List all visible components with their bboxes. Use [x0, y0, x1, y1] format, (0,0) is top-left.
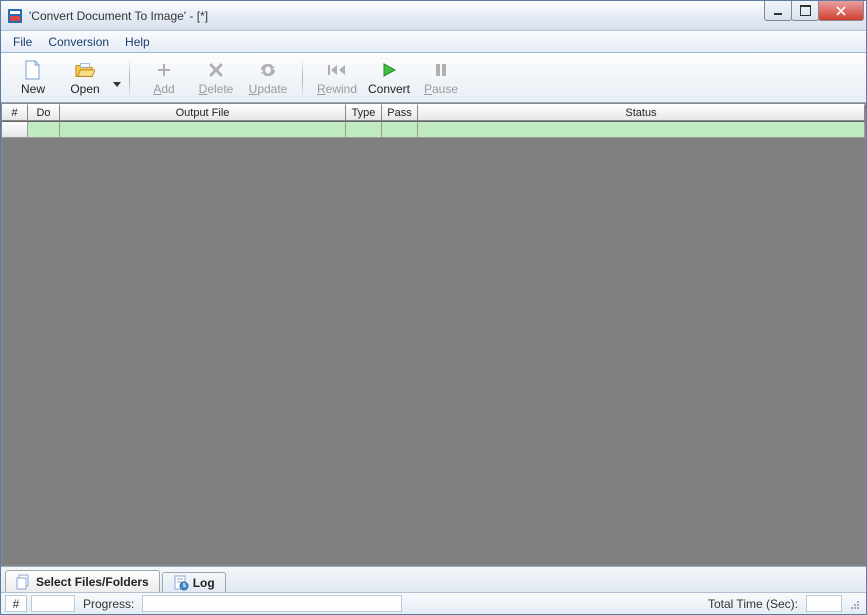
row-status-cell: [418, 122, 865, 138]
progress-label: Progress:: [79, 597, 138, 611]
pause-button[interactable]: Pause: [415, 56, 467, 100]
col-status[interactable]: Status: [418, 104, 865, 121]
table-row[interactable]: [2, 122, 865, 138]
menu-help[interactable]: Help: [117, 33, 158, 51]
total-time-value: [806, 595, 842, 612]
close-button[interactable]: [818, 1, 864, 21]
progress-bar: [142, 595, 402, 612]
rewind-icon: [327, 60, 347, 80]
tab-select-label: Select Files/Folders: [36, 575, 149, 589]
row-index-cell: [2, 122, 28, 138]
open-icon: [75, 60, 95, 80]
app-window: 'Convert Document To Image' - [*] File C…: [0, 0, 867, 615]
delete-label: Delete: [199, 82, 234, 96]
grid-area: # Do Output File Type Pass Status: [1, 103, 866, 566]
delete-button[interactable]: Delete: [190, 56, 242, 100]
row-type-cell: [346, 122, 382, 138]
row-output-cell: [60, 122, 346, 138]
open-button[interactable]: Open: [59, 56, 111, 100]
app-icon: [7, 8, 23, 24]
files-icon: [16, 574, 32, 590]
statusbar: # Progress: Total Time (Sec):: [1, 592, 866, 614]
open-label: Open: [70, 82, 99, 96]
status-index-value: [31, 595, 75, 612]
maximize-button[interactable]: [791, 1, 819, 21]
toolbar-separator: [302, 58, 303, 98]
convert-label: Convert: [368, 82, 410, 96]
open-dropdown[interactable]: [113, 76, 121, 90]
row-pass-cell: [382, 122, 418, 138]
tab-select-files[interactable]: Select Files/Folders: [5, 570, 160, 592]
pause-label: Pause: [424, 82, 458, 96]
col-type[interactable]: Type: [346, 104, 382, 121]
add-label: Add: [153, 82, 174, 96]
toolbar: New Open Add Delete: [1, 53, 866, 103]
convert-button[interactable]: Convert: [363, 56, 415, 100]
new-button[interactable]: New: [7, 56, 59, 100]
row-do-cell: [28, 122, 60, 138]
update-button[interactable]: Update: [242, 56, 294, 100]
window-title: 'Convert Document To Image' - [*]: [29, 9, 765, 23]
x-icon: [206, 60, 226, 80]
play-icon: [379, 60, 399, 80]
menu-conversion[interactable]: Conversion: [40, 33, 117, 51]
total-time-label: Total Time (Sec):: [704, 597, 802, 611]
col-output-file[interactable]: Output File: [60, 104, 346, 121]
minimize-button[interactable]: [764, 1, 792, 21]
col-pass[interactable]: Pass: [382, 104, 418, 121]
log-icon: [173, 575, 189, 591]
tab-log-label: Log: [193, 576, 215, 590]
pause-icon: [431, 60, 451, 80]
col-index[interactable]: #: [2, 104, 28, 121]
update-label: Update: [249, 82, 288, 96]
resize-grip[interactable]: [846, 596, 862, 612]
toolbar-separator: [129, 58, 130, 98]
status-index: #: [5, 595, 27, 612]
tab-log[interactable]: Log: [162, 572, 226, 592]
grid-header: # Do Output File Type Pass Status: [2, 104, 865, 122]
titlebar[interactable]: 'Convert Document To Image' - [*]: [1, 1, 866, 31]
menubar: File Conversion Help: [1, 31, 866, 53]
window-controls: [765, 1, 864, 21]
bottom-tabstrip: Select Files/Folders Log: [1, 566, 866, 592]
rewind-button[interactable]: Rewind: [311, 56, 363, 100]
col-do[interactable]: Do: [28, 104, 60, 121]
plus-icon: [154, 60, 174, 80]
new-label: New: [21, 82, 45, 96]
menu-file[interactable]: File: [5, 33, 40, 51]
refresh-icon: [258, 60, 278, 80]
new-file-icon: [23, 60, 43, 80]
add-button[interactable]: Add: [138, 56, 190, 100]
rewind-label: Rewind: [317, 82, 357, 96]
